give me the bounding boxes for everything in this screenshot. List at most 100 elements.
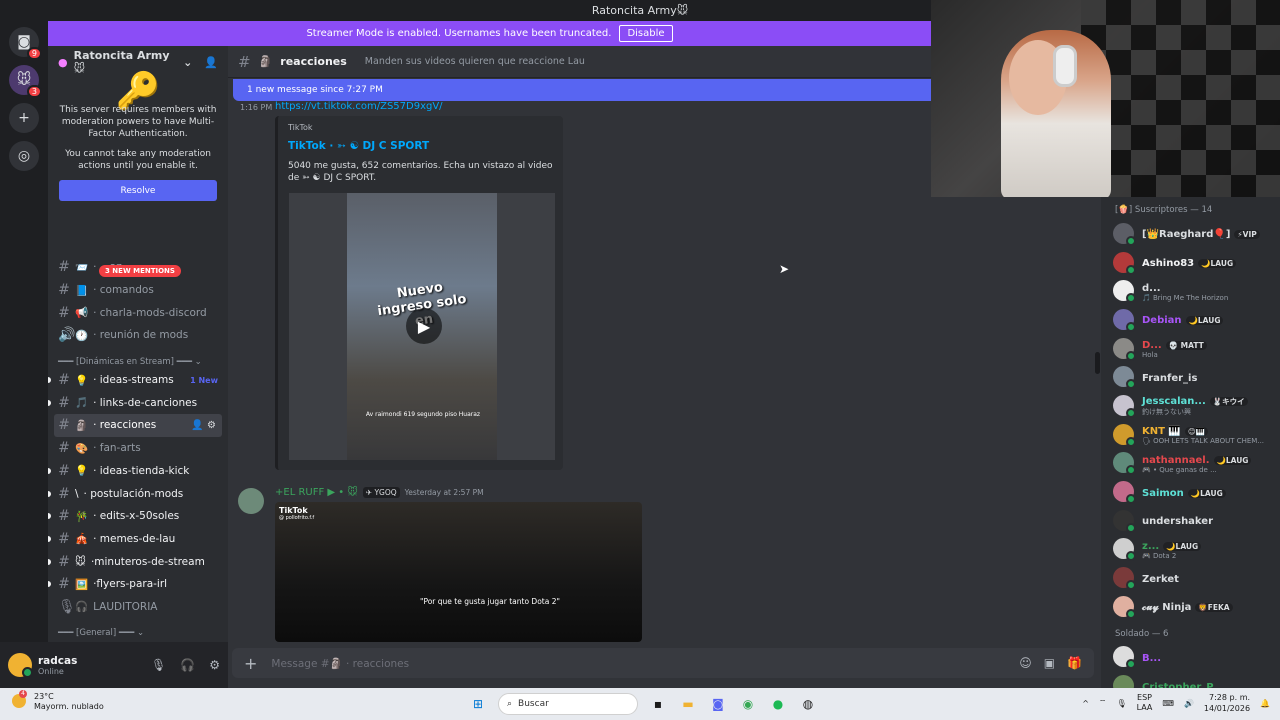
channel-item[interactable]: # 🐭 ·minuteros-de-stream (48, 550, 228, 573)
channel-item[interactable]: 🎙 🎧 LAUDITORIA (48, 596, 228, 619)
wifi-icon[interactable]: ⌔ (1099, 698, 1107, 708)
new-badge: 1 New (190, 375, 218, 385)
member-item[interactable]: D... 💀 MATT Hola (1101, 334, 1280, 363)
member-item[interactable]: KNT 🎹 😊🎹 🗣 OOH LETS TALK ABOUT CHEM... (1101, 420, 1280, 449)
streamer-mode-text: Streamer Mode is enabled. Usernames have… (306, 28, 612, 39)
resolve-button[interactable]: Resolve (59, 180, 217, 201)
member-item[interactable]: Saimon 🌙LAUG (1101, 477, 1280, 506)
avatar (1113, 308, 1136, 332)
member-item[interactable]: d... 🎵 Bring Me The Horizon (1101, 276, 1280, 305)
channel-item[interactable]: # 💡 · ideas-tienda-kick (48, 460, 228, 483)
discover-icon[interactable]: ◎ (9, 141, 39, 171)
channel-item[interactable]: # \ · postulación-mods (48, 482, 228, 505)
unread-indicator (48, 558, 51, 565)
channel-name: · postulación-mods (83, 487, 184, 500)
member-item[interactable]: nathannael. 🌙LAUG 🎮 • Que ganas de ... (1101, 449, 1280, 478)
chevron-up-icon[interactable]: ^ (1082, 699, 1089, 708)
webcam-overlay (931, 0, 1280, 197)
channel-emoji-icon: 🕐 (75, 329, 89, 342)
video-attachment[interactable]: TikTok @ pollofrito.f.f "Por que te gusta… (275, 502, 642, 642)
unread-indicator (48, 467, 51, 474)
play-icon[interactable]: ▶ (406, 308, 442, 344)
author-name[interactable]: +EL RUFF ▶ • 🐭 (275, 487, 358, 498)
chrome-icon[interactable]: ◉ (738, 694, 758, 714)
channel-type-icon: # (58, 530, 70, 547)
channel-settings-icon[interactable]: 👤 ⚙ (191, 420, 216, 431)
discord-home-icon[interactable]: ◙ 9 (9, 27, 42, 60)
channel-item[interactable]: # 🎵 · links-de-canciones (48, 391, 228, 414)
channel-item[interactable]: # 📢 · charla-mods-discord (48, 301, 228, 324)
channel-item[interactable]: 🔊 🕐 · reunión de mods (48, 324, 228, 347)
avatar (1113, 595, 1136, 619)
channel-name: · edits-x-50soles (93, 510, 180, 523)
member-item[interactable]: 𝓬𝓾𝔂 Ninja 🦁FEKA (1101, 592, 1280, 621)
channel-item[interactable]: # 💡 · ideas-streams 1 New (48, 369, 228, 392)
avatar[interactable] (238, 488, 264, 514)
disable-button[interactable]: Disable (619, 25, 673, 42)
weather-widget[interactable]: 4 23°C Mayorm. nublado (12, 690, 104, 712)
gift-icon[interactable]: 🎁 (1067, 656, 1082, 670)
member-item[interactable]: z... 🌙LAUG 🎮 Dota 2 (1101, 535, 1280, 564)
headphones-icon[interactable]: 🎧 (180, 658, 195, 672)
microphone-icon[interactable]: 🎙 (151, 658, 166, 672)
member-item[interactable]: Zerket (1101, 563, 1280, 592)
message-input[interactable]: Message #🗿 · reacciones (271, 657, 409, 670)
emoji-icon[interactable]: ☺ (1019, 656, 1032, 670)
new-messages-bar[interactable]: 1 new message since 7:27 PM (233, 79, 931, 101)
embed-video[interactable]: Nuevo ingreso solo en Av raimondi 619 se… (289, 193, 555, 460)
avatar[interactable] (8, 653, 33, 678)
channel-item[interactable]: # 🎨 · fan-arts (48, 437, 228, 460)
scrollbar[interactable] (1095, 352, 1100, 374)
category-dinamicas[interactable]: ━━━ [Dinámicas en Stream] ━━━ ⌄ (48, 347, 228, 369)
language-indicator[interactable]: ESP LAA (1137, 693, 1153, 713)
channel-topic[interactable]: Manden sus videos quieren que reaccione … (365, 56, 585, 67)
notifications-icon[interactable]: 🔔 (1260, 699, 1270, 708)
message-composer[interactable]: + Message #🗿 · reacciones ☺ ▣ 🎁 (232, 648, 1094, 678)
search-icon: ⌕ (507, 699, 513, 709)
microphone-tray-icon[interactable]: 🎙 (1116, 699, 1126, 708)
member-item[interactable]: Debian 🌙LAUG (1101, 305, 1280, 334)
windows-start-icon[interactable]: ⊞ (468, 694, 488, 714)
gif-icon[interactable]: ▣ (1044, 656, 1055, 670)
channel-item[interactable]: # 🎪 · memes-de-lau (48, 528, 228, 551)
spotify-icon[interactable]: ● (768, 694, 788, 714)
channel-emoji-icon: \ (75, 487, 79, 500)
member-item[interactable]: Ashino83 🌙LAUG (1101, 248, 1280, 277)
member-tag: 🦁FEKA (1195, 603, 1233, 613)
folder-icon[interactable]: ▬ (678, 694, 698, 714)
channel-item[interactable]: # 📘 · comandos (48, 279, 228, 302)
member-item[interactable]: Cristopher_P... (1101, 671, 1280, 688)
message-link[interactable]: https://vt.tiktok.com/ZS57D9xgV/ (275, 101, 443, 112)
add-member-icon[interactable]: 👤 (204, 56, 218, 69)
discord-taskbar-icon[interactable]: ◙ (708, 694, 728, 714)
member-item[interactable]: B... (1101, 643, 1280, 672)
new-mentions-badge[interactable]: 3 NEW MENTIONS (99, 265, 181, 277)
streamer-mode-banner: Streamer Mode is enabled. Usernames have… (48, 21, 931, 46)
category-general[interactable]: ━━━ [General] ━━━ ⌄ (48, 618, 228, 640)
member-name: nathannael. (1142, 454, 1210, 466)
member-item[interactable]: undershaker (1101, 506, 1280, 535)
volume-icon[interactable]: 🔊 (1184, 699, 1194, 708)
member-activity: 釣け無うない興 (1142, 408, 1191, 417)
file-manager-icon[interactable]: ▪ (648, 694, 668, 714)
obs-icon[interactable]: ◍ (798, 694, 818, 714)
channel-emoji-icon: 📢 (75, 307, 89, 320)
member-name: KNT 🎹 (1142, 426, 1181, 438)
gear-icon[interactable]: ⚙ (209, 658, 220, 672)
member-item[interactable]: Jesscalan... 🐰キウイ 釣け無うない興 (1101, 391, 1280, 420)
taskbar-search[interactable]: ⌕ Buscar (498, 693, 638, 715)
member-tag: 🐰キウイ (1209, 397, 1248, 407)
member-item[interactable]: Franfer_is (1101, 362, 1280, 391)
embed-title[interactable]: TikTok · ➳ ☯ DJ C SPORT (288, 140, 553, 152)
add-attachment-icon[interactable]: + (244, 654, 257, 673)
server-icon[interactable]: 🐭 3 (9, 65, 42, 98)
channel-item[interactable]: # 🖼️ ·flyers-para-irl (48, 573, 228, 596)
avatar (1113, 222, 1136, 246)
channel-item[interactable]: # 🗿 · reacciones 👤 ⚙ (54, 414, 222, 437)
member-item[interactable]: [👑Raeghard🎈] ⚡VIP (1101, 219, 1280, 248)
clock[interactable]: 7:28 p. m. 14/01/2026 (1204, 692, 1250, 714)
member-name: D... (1142, 340, 1162, 352)
channel-item[interactable]: # 🎋 · edits-x-50soles (48, 505, 228, 528)
network-icon[interactable]: ⌨ (1162, 699, 1174, 708)
add-server-icon[interactable]: + (9, 103, 39, 133)
